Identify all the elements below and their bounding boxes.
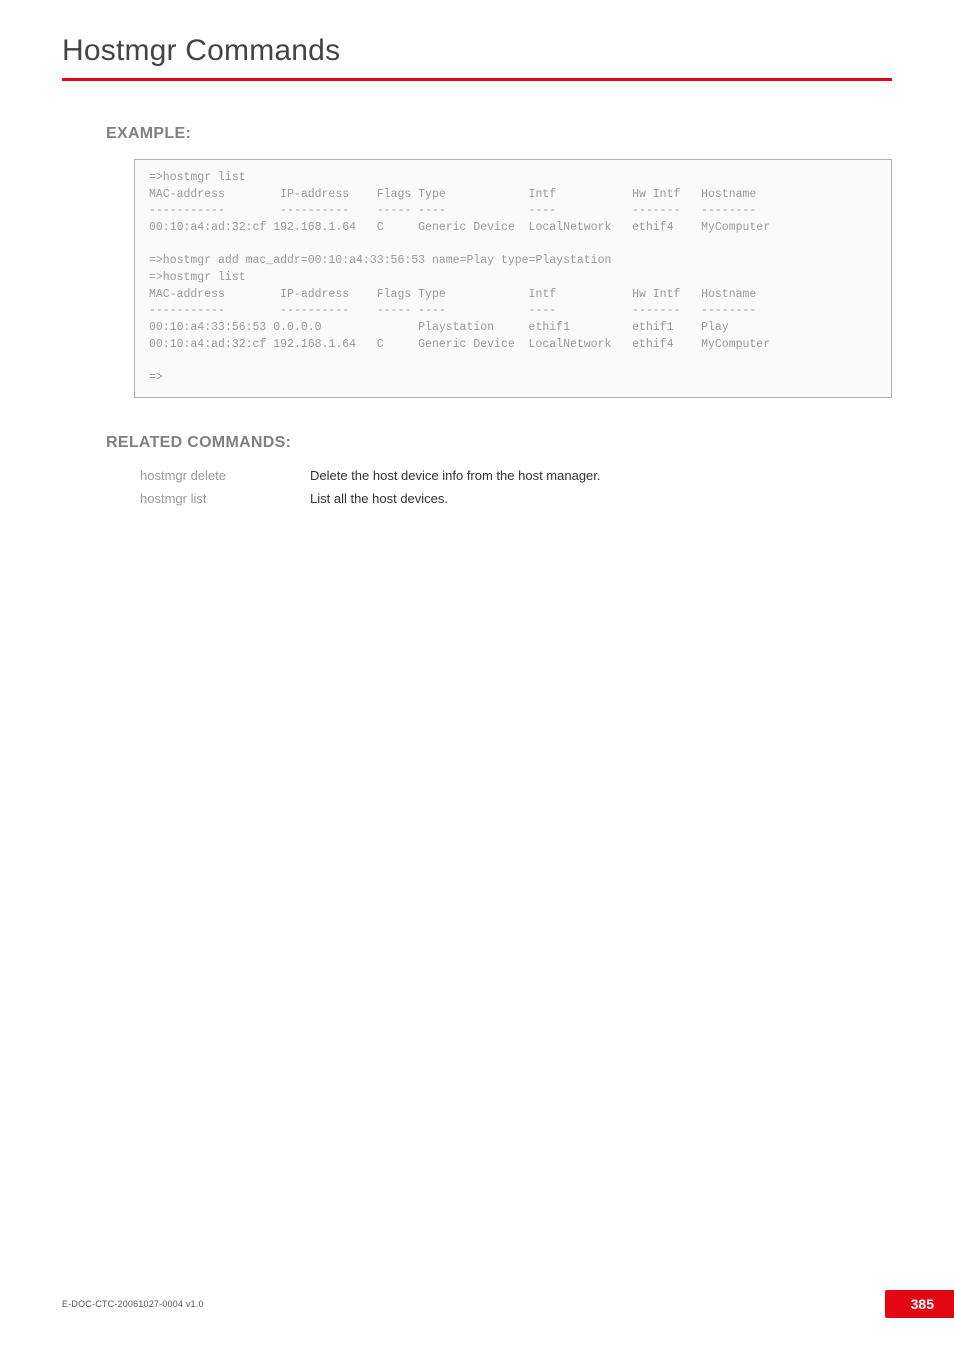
related-command-name: hostmgr list [140, 491, 310, 506]
related-command-desc: Delete the host device info from the hos… [310, 468, 601, 483]
page-title: Hostmgr Commands [62, 34, 892, 68]
related-command-desc: List all the host devices. [310, 491, 448, 506]
page: Hostmgr Commands EXAMPLE: =>hostmgr list… [0, 0, 954, 1350]
related-command-row: hostmgr list List all the host devices. [140, 491, 892, 506]
related-heading: RELATED COMMANDS: [106, 434, 892, 452]
related-commands-table: hostmgr delete Delete the host device in… [140, 468, 892, 506]
example-code-block: =>hostmgr list MAC-address IP-address Fl… [134, 159, 892, 398]
related-command-name: hostmgr delete [140, 468, 310, 483]
page-footer: E-DOC-CTC-20061027-0004 v1.0 385 [62, 1290, 892, 1318]
page-number-badge: 385 [885, 1290, 954, 1318]
doc-id: E-DOC-CTC-20061027-0004 v1.0 [62, 1299, 204, 1309]
related-command-row: hostmgr delete Delete the host device in… [140, 468, 892, 483]
related-commands-section: RELATED COMMANDS: hostmgr delete Delete … [62, 434, 892, 506]
title-rule [62, 78, 892, 81]
example-heading: EXAMPLE: [106, 125, 892, 143]
